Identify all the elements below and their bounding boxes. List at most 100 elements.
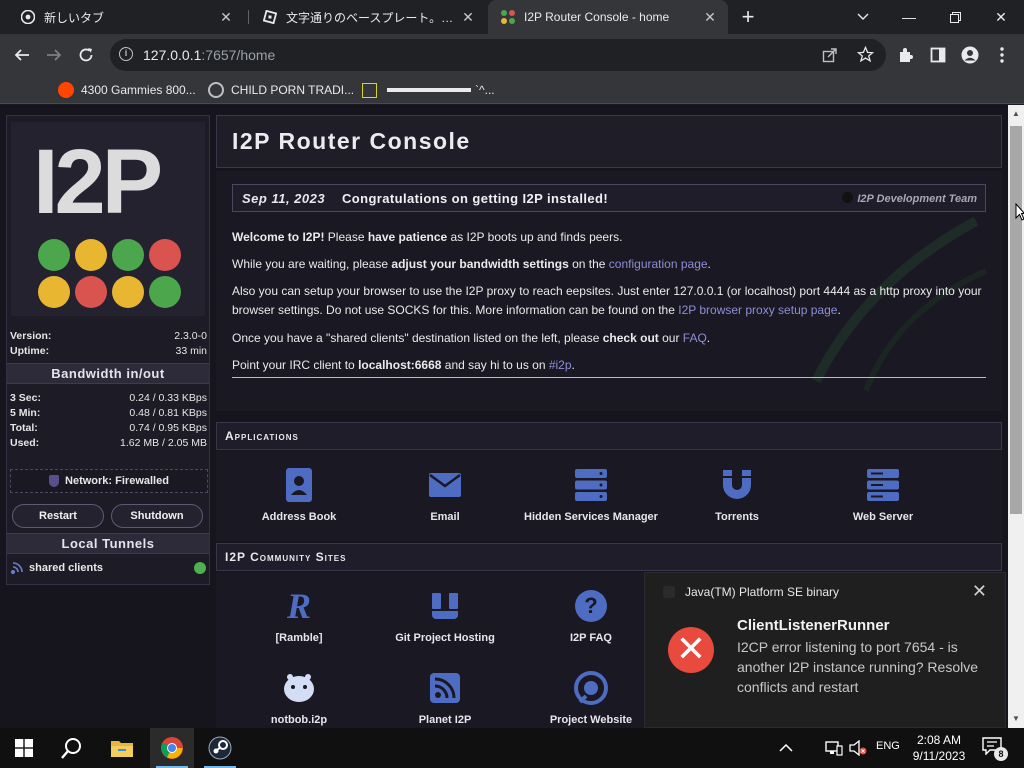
bandwidth-row: Total: 0.74 / 0.95 KBps [10, 422, 207, 434]
version-label: Version: [10, 330, 52, 342]
logo-dot [38, 276, 70, 308]
bookmark-item[interactable]: 4300 Gammies 800... [58, 82, 196, 98]
restore-button[interactable] [932, 0, 978, 34]
site-project-website[interactable]: Project Website [518, 668, 664, 726]
news-divider [232, 377, 986, 378]
applications-heading: Applications [216, 422, 1002, 450]
minimize-button[interactable]: — [886, 0, 932, 34]
taskbar-steam[interactable] [198, 728, 242, 768]
share-icon[interactable] [822, 47, 838, 68]
bookmarks-bar: 4300 Gammies 800... CHILD PORN TRADI... … [0, 76, 1024, 104]
tab-roblox[interactable]: 文字通りのベースプレート。- Roblox ✕ [250, 0, 486, 34]
scroll-up-arrow[interactable]: ▲ [1008, 107, 1024, 121]
error-notification[interactable]: Java(TM) Platform SE binary ✕ ✕ ClientLi… [644, 572, 1006, 728]
scrollbar-thumb[interactable] [1010, 126, 1022, 514]
site-ramble[interactable]: R [Ramble] [226, 586, 372, 644]
app-web-server[interactable]: Web Server [810, 465, 956, 523]
site-label: [Ramble] [275, 632, 323, 644]
uptime-row: Uptime: 33 min [10, 345, 207, 357]
show-hidden-icons-button[interactable] [774, 728, 798, 768]
volume-muted-icon[interactable] [846, 728, 870, 768]
chrome-menu-icon[interactable] [988, 41, 1016, 69]
side-panel-icon[interactable] [924, 41, 952, 69]
tab-separator [248, 10, 249, 24]
bookmark-item[interactable]: `^... [362, 82, 495, 98]
tab-title: 新しいタブ [44, 10, 105, 25]
address-bar[interactable]: i 127.0.0.1:7657/home [110, 39, 886, 71]
bandwidth-heading[interactable]: Bandwidth in/out [7, 363, 209, 384]
shutdown-button[interactable]: Shutdown [111, 504, 203, 528]
action-center-button[interactable]: 8 [982, 737, 1008, 761]
close-window-button[interactable]: ✕ [978, 0, 1024, 34]
close-tab-icon[interactable]: ✕ [218, 9, 234, 26]
address-book-icon [279, 465, 319, 505]
tunnel-row[interactable]: shared clients [10, 559, 208, 577]
bookmark-label: `^... [475, 83, 495, 97]
app-label: Web Server [852, 511, 914, 523]
redacted-bar [387, 88, 471, 92]
news-paragraph: Also you can setup your browser to use t… [232, 284, 982, 317]
chevron-up-icon [779, 744, 793, 752]
reload-button[interactable] [72, 41, 100, 69]
forward-button[interactable] [40, 41, 68, 69]
configuration-page-link[interactable]: configuration page [609, 257, 708, 271]
globe-icon [208, 82, 224, 98]
tab-new-tab[interactable]: 新しいタブ ✕ [8, 0, 244, 34]
extensions-icon[interactable] [892, 41, 920, 69]
input-language[interactable]: ENG [876, 740, 900, 752]
taskbar-clock[interactable]: 2:08 AM 9/11/2023 [908, 732, 970, 764]
close-tab-icon[interactable]: ✕ [460, 9, 476, 26]
bandwidth-label: 3 Sec: [10, 392, 41, 404]
tunnel-signal-icon [10, 561, 24, 575]
uptime-value: 33 min [175, 345, 207, 357]
new-tab-button[interactable]: + [735, 4, 761, 30]
network-tray-icon[interactable] [822, 728, 846, 768]
app-address-book[interactable]: Address Book [226, 465, 372, 523]
i2p-logo[interactable]: I2P [11, 122, 205, 316]
close-icon[interactable]: ✕ [972, 581, 987, 602]
app-torrents[interactable]: Torrents [664, 465, 810, 523]
site-notbob[interactable]: notbob.i2p [226, 668, 372, 726]
restart-button[interactable]: Restart [12, 504, 104, 528]
network-status-text: Network: Firewalled [65, 475, 169, 487]
tab-title: I2P Router Console - home [524, 10, 670, 24]
back-button[interactable] [8, 41, 36, 69]
bookmark-star-icon[interactable] [856, 45, 875, 68]
bandwidth-value: 1.62 MB / 2.05 MB [120, 437, 207, 449]
java-app-icon [663, 586, 675, 598]
chrome-icon [20, 9, 36, 25]
taskbar-file-explorer[interactable] [100, 728, 144, 768]
start-button[interactable] [4, 728, 44, 768]
page-scrollbar[interactable]: ▲ ▼ [1008, 105, 1024, 728]
folder-icon [111, 741, 133, 757]
proxy-setup-link[interactable]: I2P browser proxy setup page [678, 303, 837, 317]
site-planet-i2p[interactable]: Planet I2P [372, 668, 518, 726]
local-tunnels-heading[interactable]: Local Tunnels [7, 533, 209, 554]
git-icon [425, 586, 465, 626]
tab-search-icon[interactable] [840, 0, 886, 34]
site-i2p-faq[interactable]: ? I2P FAQ [518, 586, 664, 644]
irc-channel-link[interactable]: #i2p [549, 358, 572, 372]
search-button[interactable] [50, 728, 94, 768]
browser-toolbar: i 127.0.0.1:7657/home [0, 34, 1024, 76]
roblox-icon [262, 9, 278, 25]
uptime-label: Uptime: [10, 345, 50, 357]
mouse-cursor [1015, 203, 1024, 221]
app-hidden-services-manager[interactable]: Hidden Services Manager [518, 465, 664, 523]
app-email[interactable]: Email [372, 465, 518, 523]
faq-link[interactable]: FAQ [683, 331, 707, 345]
clock-time: 2:08 AM [916, 733, 962, 747]
bandwidth-label: 5 Min: [10, 407, 41, 419]
scroll-down-arrow[interactable]: ▼ [1008, 712, 1024, 726]
i2p-favicon-icon [500, 9, 516, 25]
profile-avatar-icon[interactable] [956, 41, 984, 69]
site-git-project-hosting[interactable]: Git Project Hosting [372, 586, 518, 644]
bookmark-item[interactable]: CHILD PORN TRADI... [208, 82, 354, 98]
tab-i2p-router-console[interactable]: I2P Router Console - home ✕ [488, 0, 728, 34]
search-icon [61, 738, 81, 759]
taskbar-chrome[interactable] [150, 728, 194, 768]
network-status[interactable]: Network: Firewalled [10, 469, 208, 493]
site-info-icon[interactable]: i [119, 47, 133, 61]
question-icon: ? [571, 586, 611, 626]
close-tab-icon[interactable]: ✕ [702, 9, 718, 26]
